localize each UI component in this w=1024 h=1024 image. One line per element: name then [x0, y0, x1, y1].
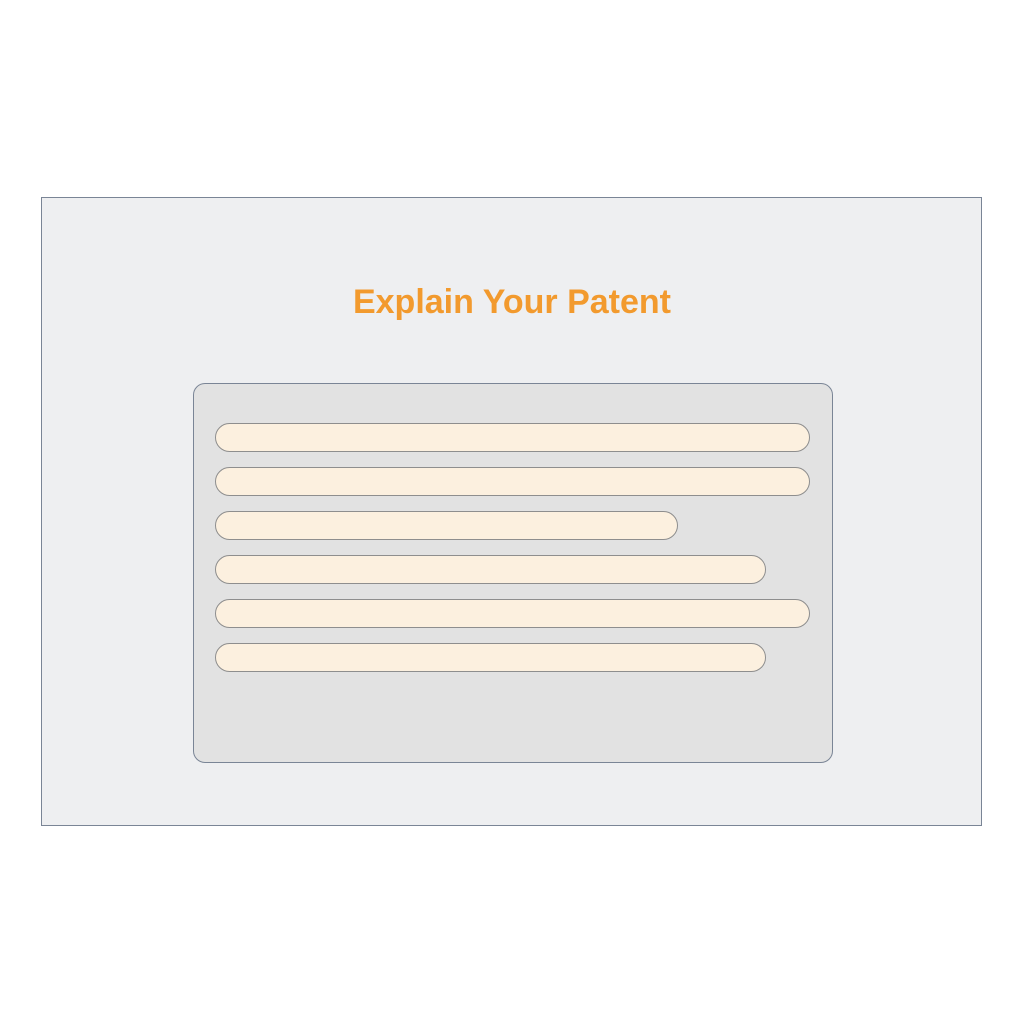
placeholder-line-4	[215, 555, 766, 584]
placeholder-line-5	[215, 599, 810, 628]
placeholder-line-6	[215, 643, 766, 672]
placeholder-line-3	[215, 511, 678, 540]
page-title: Explain Your Patent	[352, 283, 672, 321]
placeholder-line-1	[215, 423, 810, 452]
page: Explain Your Patent	[0, 0, 1024, 1024]
placeholder-line-2	[215, 467, 810, 496]
